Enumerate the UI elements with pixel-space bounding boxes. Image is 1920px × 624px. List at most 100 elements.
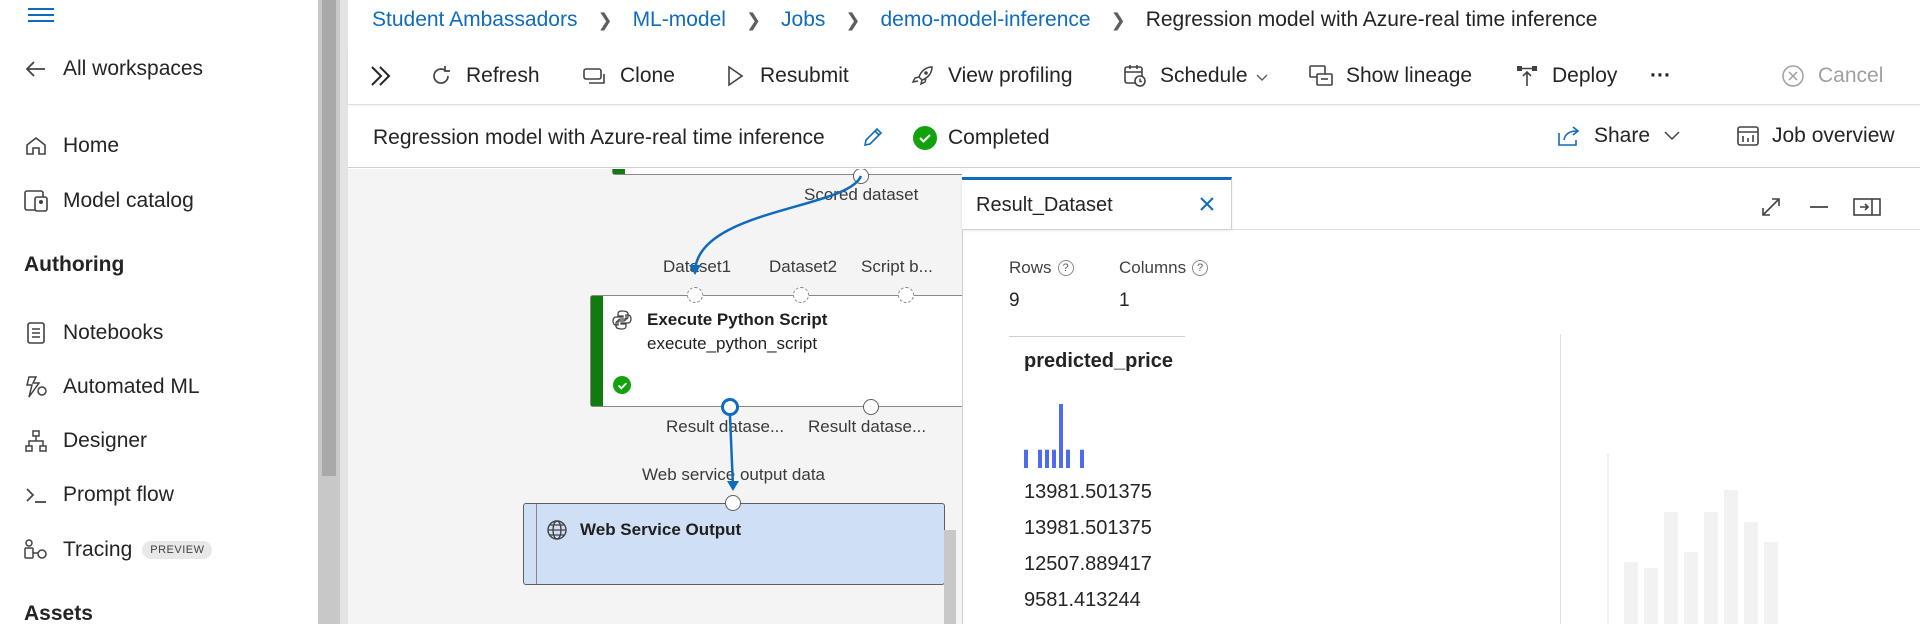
chevron-down-icon [1664,131,1680,141]
breadcrumb: Student Ambassadors ❯ ML-model ❯ Jobs ❯ … [372,5,1597,35]
notebook-icon [22,319,50,347]
show-lineage-button[interactable]: Show lineage [1308,57,1472,95]
schedule-label: Schedule [1160,64,1248,87]
pipeline-canvas[interactable]: Scored dataset Dataset1 Dataset2 Script … [348,169,962,624]
resubmit-button[interactable]: Resubmit [722,57,849,95]
cell-value[interactable]: 9581.413244 [1024,589,1141,612]
breadcrumb-link[interactable]: Jobs [781,8,825,32]
sidebar-item-label: Designer [63,429,148,452]
breadcrumb-link[interactable]: ML-model [633,8,726,32]
sidebar-scrollbar[interactable] [318,0,340,624]
hamburger-menu-icon[interactable] [28,8,54,22]
home-icon [22,132,50,160]
sidebar-item-notebooks[interactable]: Notebooks [22,315,163,351]
minimize-icon[interactable] [1808,196,1830,223]
maximize-icon[interactable] [1760,196,1782,223]
panel-divider [962,229,1920,230]
sidebar-item-label: Notebooks [63,321,164,344]
play-icon [722,63,748,89]
view-profiling-label: View profiling [948,64,1073,87]
designer-icon [22,427,50,455]
edit-pencil-icon[interactable] [861,125,885,154]
refresh-label: Refresh [466,64,540,87]
sidebar-item-model-catalog[interactable]: Model catalog [22,183,194,219]
cancel-label: Cancel [1818,64,1884,87]
chevron-right-icon: ❯ [745,9,762,30]
lineage-icon [1308,63,1334,89]
canvas-scrollbar[interactable] [944,530,956,624]
dock-panel-icon[interactable] [1852,196,1882,223]
deploy-icon [1514,63,1540,89]
clone-label: Clone [620,64,675,87]
more-options-button[interactable]: ··· [1650,57,1671,95]
close-icon[interactable] [1197,194,1217,219]
share-label: Share [1594,124,1651,147]
sidebar-item-home[interactable]: Home [22,128,119,164]
divider [1009,336,1185,337]
resubmit-label: Resubmit [760,64,849,87]
sidebar-item-label: Model catalog [63,189,194,212]
assets-section-header: Assets [24,602,93,624]
sidebar-item-automated-ml[interactable]: Automated ML [22,369,200,405]
chevron-right-icon: ❯ [845,9,861,30]
histogram-bar [1045,449,1049,468]
histogram-bar [1024,449,1028,468]
deploy-button[interactable]: Deploy [1514,57,1617,95]
job-title: Regression model with Azure-real time in… [373,126,825,149]
info-icon[interactable]: ? [1192,260,1209,276]
left-navigation: All workspaces Home Model catalog Author… [0,0,318,624]
back-arrow-icon [22,55,50,83]
close-circle-icon [1780,63,1806,89]
check-circle-icon [913,126,937,150]
status-label: Completed [948,126,1050,149]
refresh-button[interactable]: Refresh [428,57,540,95]
status-badge: Completed [913,126,1050,150]
deploy-label: Deploy [1552,64,1618,87]
job-toolbar: Refresh Clone Resubmit View profiling Sc… [348,47,1920,105]
breadcrumb-link[interactable]: Student Ambassadors [372,8,577,32]
histogram-bar [1038,449,1042,468]
sidebar-item-designer[interactable]: Designer [22,423,147,459]
breadcrumb-link[interactable]: demo-model-inference [880,8,1090,32]
result-dataset-tab[interactable]: Result_Dataset [962,177,1232,229]
columns-value: 1 [1119,290,1130,311]
chevron-down-icon [1256,64,1268,88]
divider [1560,334,1561,624]
prompt-flow-icon [22,481,50,509]
cell-value[interactable]: 12507.889417 [1024,553,1152,576]
catalog-icon [22,187,50,215]
columns-label: Columns ? [1119,258,1209,278]
automl-icon [22,373,50,401]
histogram-bar [1080,449,1084,468]
all-workspaces-label: All workspaces [63,57,204,80]
view-profiling-button[interactable]: View profiling [910,57,1073,95]
cell-value[interactable]: 13981.501375 [1024,517,1152,540]
faded-chart-watermark [1607,454,1778,624]
rocket-icon [910,63,936,89]
expand-button[interactable] [368,57,406,95]
column-header[interactable]: predicted_price [1024,350,1173,373]
refresh-icon [428,63,454,89]
rows-label: Rows ? [1009,258,1074,278]
panel-divider [340,0,348,624]
job-overview-button[interactable]: Job overview [1736,124,1895,148]
sidebar-item-label: Prompt flow [63,483,174,506]
more-icon: ··· [1650,64,1671,87]
job-header: Regression model with Azure-real time in… [348,112,1920,168]
sidebar-item-tracing[interactable]: Tracing PREVIEW [22,532,213,568]
rows-value: 9 [1009,290,1020,311]
calendar-clock-icon [1122,63,1148,89]
clone-button[interactable]: Clone [582,57,675,95]
cancel-button[interactable]: Cancel [1780,57,1883,95]
all-workspaces-link[interactable]: All workspaces [22,51,203,87]
info-icon[interactable]: ? [1057,260,1074,276]
double-chevron-right-icon [368,63,394,89]
authoring-section-header: Authoring [24,253,125,276]
cell-value[interactable]: 13981.501375 [1024,481,1152,504]
histogram-bar [1066,449,1070,468]
share-button[interactable]: Share [1556,124,1680,148]
breadcrumb-current: Regression model with Azure-real time in… [1145,8,1598,31]
scrollbar-thumb[interactable] [322,0,336,476]
schedule-button[interactable]: Schedule [1122,57,1268,95]
sidebar-item-prompt-flow[interactable]: Prompt flow [22,477,174,513]
